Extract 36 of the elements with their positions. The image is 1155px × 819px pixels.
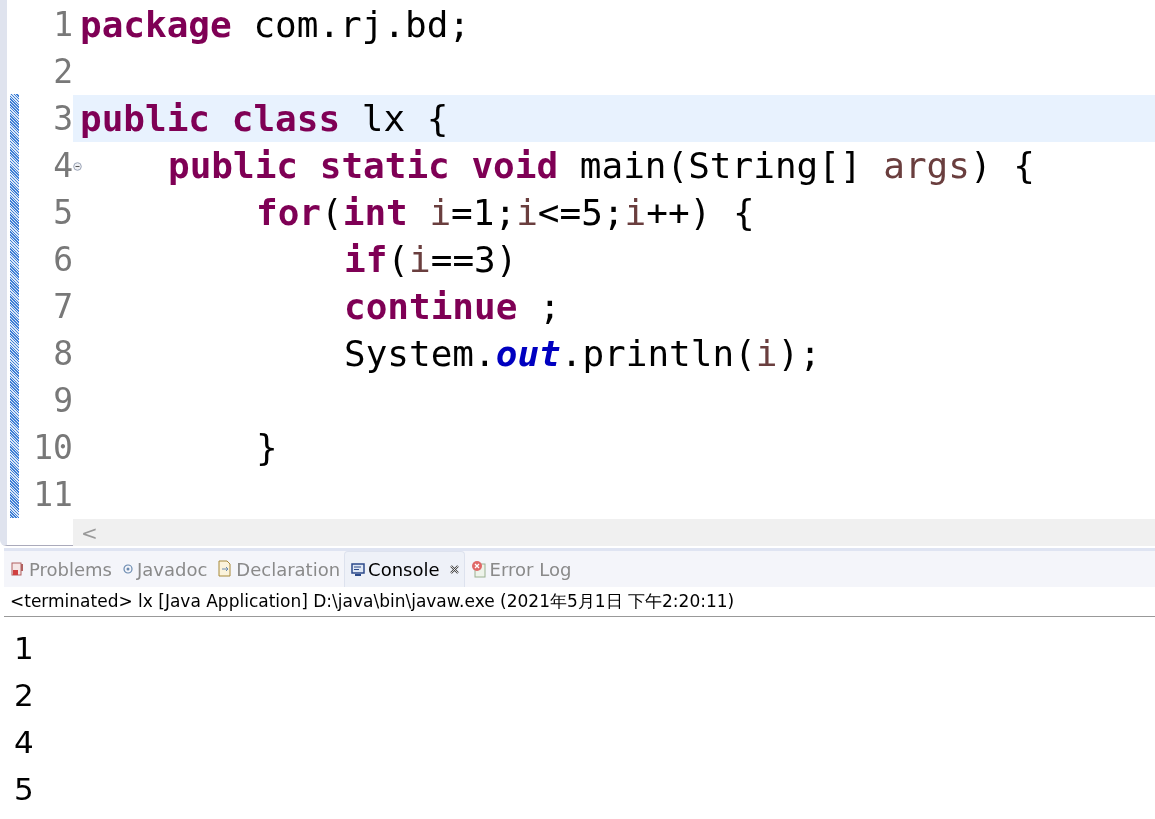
code-line: package com.rj.bd; xyxy=(80,4,471,45)
line-number: 4 xyxy=(53,146,73,185)
monitor-icon xyxy=(351,562,366,577)
view-tab[interactable]: Javadoc xyxy=(115,551,212,587)
code-line: public static void main(String[] args) { xyxy=(168,145,1035,186)
console-output-line: 5 xyxy=(14,770,34,809)
warning-list-icon xyxy=(10,561,26,577)
close-icon[interactable] xyxy=(448,564,460,575)
console-output-line: 4 xyxy=(14,723,34,762)
line-number: 5 xyxy=(53,193,73,232)
error-log-icon xyxy=(470,560,487,578)
code-line: for(int i=1;i<=5;i++) { xyxy=(256,192,755,233)
console-output-line: 2 xyxy=(14,676,34,715)
collapse-icon[interactable] xyxy=(73,162,82,171)
view-tab[interactable]: Declaration xyxy=(211,551,345,587)
line-number: 9 xyxy=(53,381,73,420)
code-line: } xyxy=(256,427,278,468)
code-line: if(i==3) xyxy=(344,239,518,280)
line-number: 1 xyxy=(53,5,73,44)
view-tab[interactable]: Problems xyxy=(4,551,116,587)
line-number: 6 xyxy=(53,240,73,279)
line-number: 10 xyxy=(33,428,73,467)
line-number: 3 xyxy=(53,99,73,138)
line-number: 7 xyxy=(53,287,73,326)
scroll-left-button[interactable]: < xyxy=(73,519,1155,546)
line-number: 11 xyxy=(33,475,73,514)
view-tab[interactable]: Error Log xyxy=(464,551,576,587)
line-number: 2 xyxy=(53,52,73,91)
code-line: System.out.println(i); xyxy=(344,333,821,374)
code-line: continue ; xyxy=(344,286,561,327)
code-line: public class lx { xyxy=(80,98,449,139)
console-status-text: <terminated> lx [Java Application] D:\java\bin\javaw.exe (2021年5月1日 下午2:20:11) xyxy=(4,587,1155,617)
view-tab[interactable]: Console xyxy=(344,551,465,587)
document-arrow-icon xyxy=(217,560,234,578)
line-number: 8 xyxy=(53,334,73,373)
console-output-line: 1 xyxy=(14,629,34,668)
